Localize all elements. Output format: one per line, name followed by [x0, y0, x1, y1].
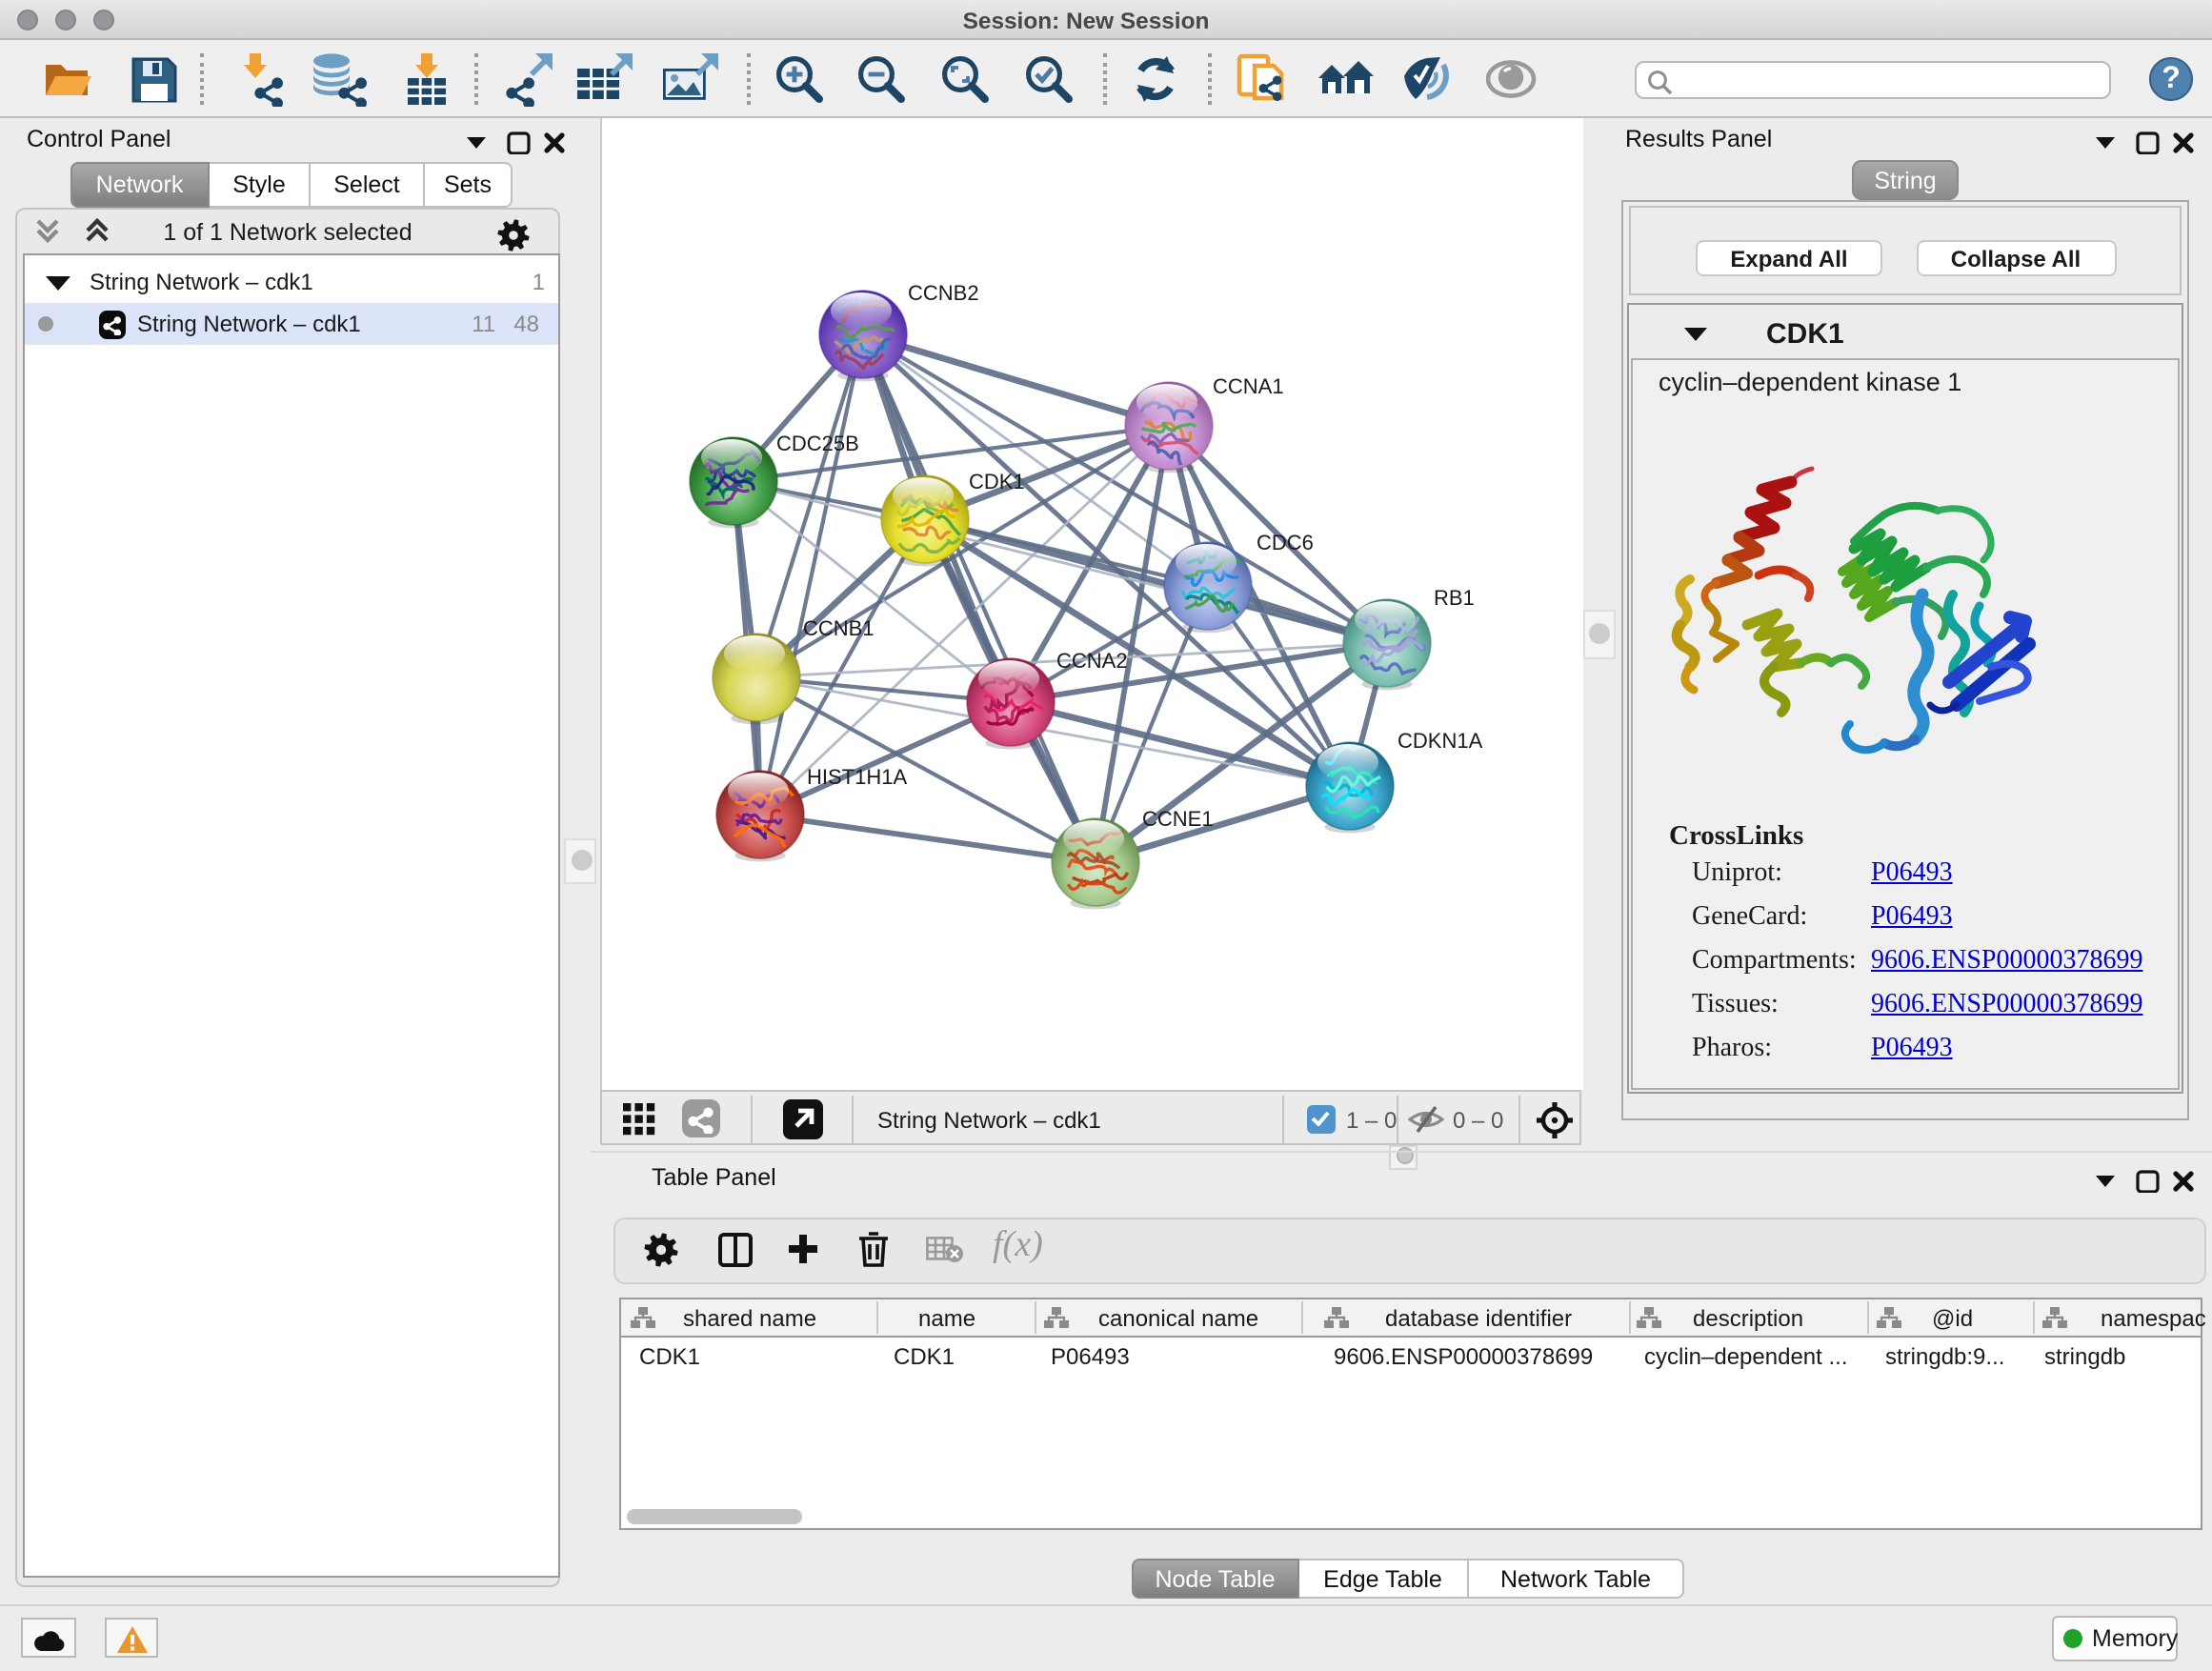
svg-text:CDC6: CDC6 [1256, 531, 1313, 554]
svg-text:CDKN1A: CDKN1A [1397, 729, 1482, 753]
svg-text:CCNA1: CCNA1 [1212, 374, 1283, 398]
svg-text:CCNA2: CCNA2 [1056, 649, 1127, 673]
svg-text:CCNE1: CCNE1 [1141, 807, 1213, 831]
svg-text:HIST1H1A: HIST1H1A [806, 765, 906, 789]
svg-text:CCNB2: CCNB2 [907, 281, 978, 305]
svg-text:CDC25B: CDC25B [775, 432, 858, 455]
svg-text:CDK1: CDK1 [968, 470, 1024, 493]
svg-text:RB1: RB1 [1433, 586, 1474, 610]
svg-text:CCNB1: CCNB1 [802, 616, 874, 640]
